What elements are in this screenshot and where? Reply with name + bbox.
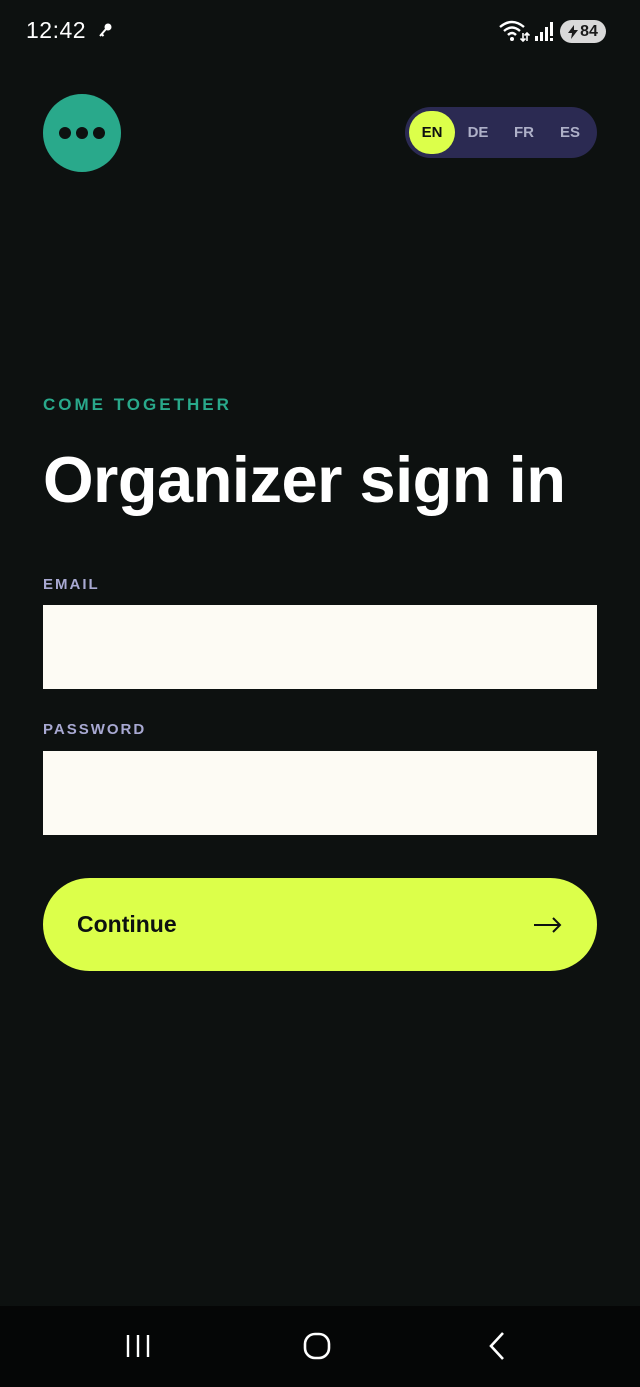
lang-option-es[interactable]: ES (547, 111, 593, 154)
back-icon (489, 1332, 504, 1360)
bolt-icon (568, 24, 579, 39)
lang-option-de[interactable]: DE (455, 111, 501, 154)
more-dots-icon (76, 127, 88, 139)
battery-charging-icon: 84 (560, 20, 606, 43)
status-time: 12:42 (26, 17, 87, 43)
battery-level: 84 (580, 22, 598, 40)
password-label: PASSWORD (43, 721, 147, 738)
eyebrow-text: COME TOGETHER (43, 395, 232, 414)
email-label: EMAIL (43, 576, 100, 593)
continue-label: Continue (77, 911, 177, 937)
more-menu-button[interactable] (43, 94, 121, 172)
password-field[interactable] (43, 751, 597, 835)
status-bar: 12:42 84 (0, 0, 640, 62)
system-nav-bar (0, 1306, 640, 1387)
more-dots-icon (59, 127, 71, 139)
more-dots-icon (93, 127, 105, 139)
page-title: Organizer sign in (43, 443, 566, 516)
home-button[interactable] (292, 1324, 342, 1368)
signal-icon (535, 22, 553, 41)
continue-button[interactable]: Continue (43, 878, 597, 971)
home-icon (303, 1332, 331, 1360)
key-icon (99, 23, 112, 37)
lang-option-en[interactable]: EN (409, 111, 455, 154)
email-field[interactable] (43, 605, 597, 689)
arrow-right-icon (534, 916, 562, 933)
recents-button[interactable] (113, 1324, 163, 1368)
wifi-icon (499, 20, 530, 43)
recents-icon (126, 1335, 150, 1357)
back-button[interactable] (472, 1324, 522, 1368)
lang-option-fr[interactable]: FR (501, 111, 547, 154)
language-switcher: EN DE FR ES (405, 107, 597, 158)
